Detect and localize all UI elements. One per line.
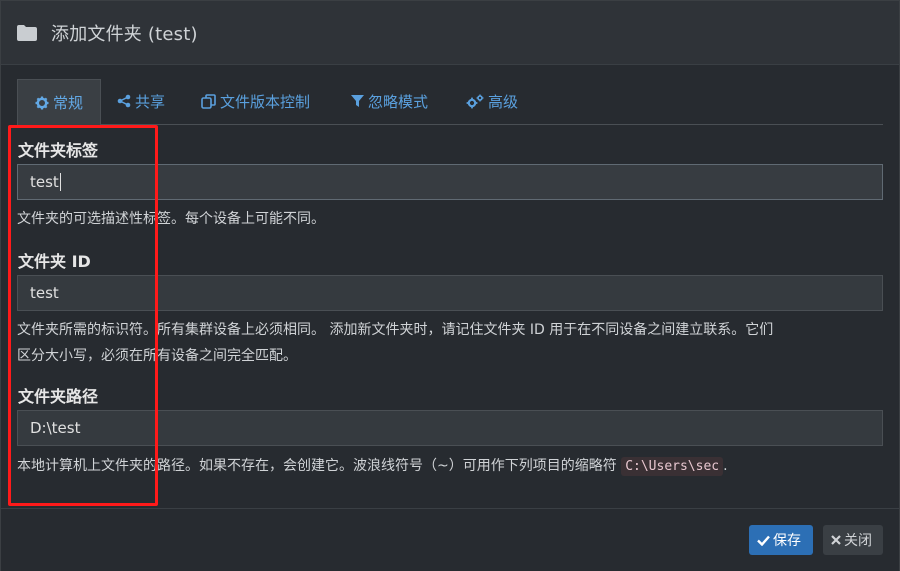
tab-ignore-patterns[interactable]: 忽略模式 xyxy=(351,79,428,123)
close-button[interactable]: 关闭 xyxy=(823,525,883,555)
tab-file-versioning[interactable]: 文件版本控制 xyxy=(201,79,310,123)
close-icon xyxy=(831,535,841,545)
home-path-code: C:\Users\sec xyxy=(621,457,724,476)
tab-general-label: 常规 xyxy=(52,94,83,112)
tab-bar: 常规 共享 文件版本控制 忽略模式 高级 xyxy=(17,79,883,125)
tab-advanced[interactable]: 高级 xyxy=(466,79,518,123)
tab-sharing[interactable]: 共享 xyxy=(117,79,165,123)
dialog-title: 添加文件夹 (test) xyxy=(51,23,198,45)
tab-general[interactable]: 常规 xyxy=(17,79,101,125)
check-icon xyxy=(757,535,770,546)
gear-icon xyxy=(35,96,49,109)
share-icon xyxy=(117,94,131,108)
save-button[interactable]: 保存 xyxy=(749,525,813,555)
tab-ignore-patterns-label: 忽略模式 xyxy=(368,92,429,111)
tab-advanced-label: 高级 xyxy=(488,92,519,111)
tab-sharing-label: 共享 xyxy=(135,92,166,111)
folder-path-help-suffix: . xyxy=(723,458,728,474)
folder-icon xyxy=(17,24,37,41)
copy-icon xyxy=(201,93,216,109)
close-button-label: 关闭 xyxy=(844,533,872,549)
cogs-icon xyxy=(466,94,484,108)
dialog-header: 添加文件夹 (test) xyxy=(1,1,899,65)
highlight-annotation-box xyxy=(8,125,158,506)
save-button-label: 保存 xyxy=(773,533,801,549)
dialog-footer: 保存 关闭 xyxy=(1,508,899,571)
tab-file-versioning-label: 文件版本控制 xyxy=(220,92,311,111)
add-folder-dialog: 添加文件夹 (test) 常规 共享 文件版本控制 忽略模式 高级 文件夹标签 … xyxy=(0,0,900,571)
filter-icon xyxy=(351,95,364,107)
